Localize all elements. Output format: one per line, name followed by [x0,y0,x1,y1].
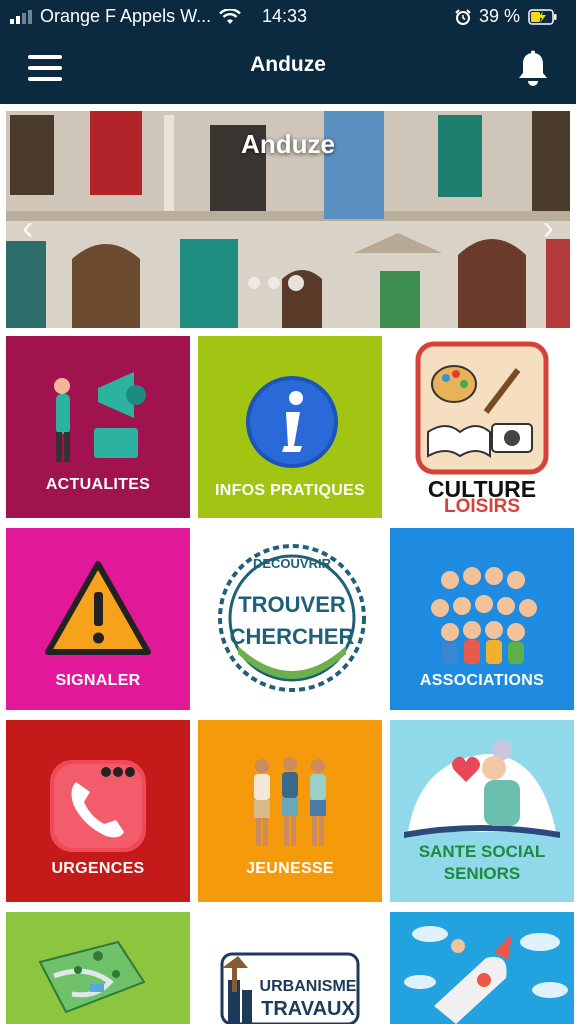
rocket-icon [404,926,568,1024]
tile-actualites[interactable]: ACTUALITES [6,336,190,518]
park-map-icon [38,940,146,1014]
status-right: 39 % [455,6,558,27]
badge-top-text: DECOUVRIR [252,556,331,571]
carousel-dot[interactable] [268,277,280,289]
tile-label: SIGNALER [55,672,141,689]
tile-label: URGENCES [51,860,145,877]
tile-jeunesse[interactable]: JEUNESSE [198,720,382,902]
tile-label-line2: TRAVAUX [261,998,355,1020]
bell-icon[interactable] [516,50,550,88]
battery-charging-icon [528,8,557,25]
tile-label: JEUNESSE [246,860,334,877]
status-left: Orange F Appels W... [10,6,241,27]
carousel-next-icon[interactable]: › [543,209,554,248]
tile-label-line2: SENIORS [443,864,521,883]
tile-label-line1: URBANISME [259,978,357,995]
hero-carousel[interactable]: Anduze ‹ › [6,111,570,328]
tile-label-line1: SANTE SOCIAL [418,842,546,861]
app-header: Anduze [0,34,576,104]
page-title: Anduze [250,53,326,76]
tile-sante-social-seniors[interactable]: SANTE SOCIAL SENIORS [390,720,574,902]
carousel-dot[interactable] [248,277,260,289]
signal-icon [10,9,32,24]
carrier-name: Orange F Appels W... [40,6,212,26]
tile-label: ASSOCIATIONS [419,672,545,689]
badge-bot-text: CHERCHER [229,624,355,649]
alarm-icon [455,8,471,25]
tile-urbanisme-travaux[interactable]: URBANISME TRAVAUX [198,912,382,1024]
tile-label: INFOS PRATIQUES [215,482,365,499]
tile-label-line2: LOISIRS [443,496,520,517]
hero-title: Anduze [241,129,335,159]
carousel-indicators [248,275,304,291]
carousel-dot-active[interactable] [288,275,304,291]
battery-percent: 39 % [478,6,520,26]
tile-rocket[interactable] [390,912,574,1024]
badge-mid-text: TROUVER [238,592,346,617]
status-time: 14:33 [262,6,308,26]
tile-parcs[interactable] [6,912,190,1024]
tile-urgences[interactable]: URGENCES [6,720,190,902]
wifi-icon [219,8,241,24]
tile-label: ACTUALITES [45,476,151,493]
tile-decouvrir[interactable]: DECOUVRIR TROUVER CHERCHER [198,528,382,710]
tile-infos-pratiques[interactable]: INFOS PRATIQUES [198,336,382,518]
tile-associations[interactable]: ASSOCIATIONS [390,528,574,710]
carousel-prev-icon[interactable]: ‹ [22,209,33,248]
tile-signaler[interactable]: SIGNALER [6,528,190,710]
tile-culture-loisirs[interactable]: CULTURE LOISIRS [390,336,574,518]
status-bar: Orange F Appels W... 14:33 39 % [0,0,576,34]
